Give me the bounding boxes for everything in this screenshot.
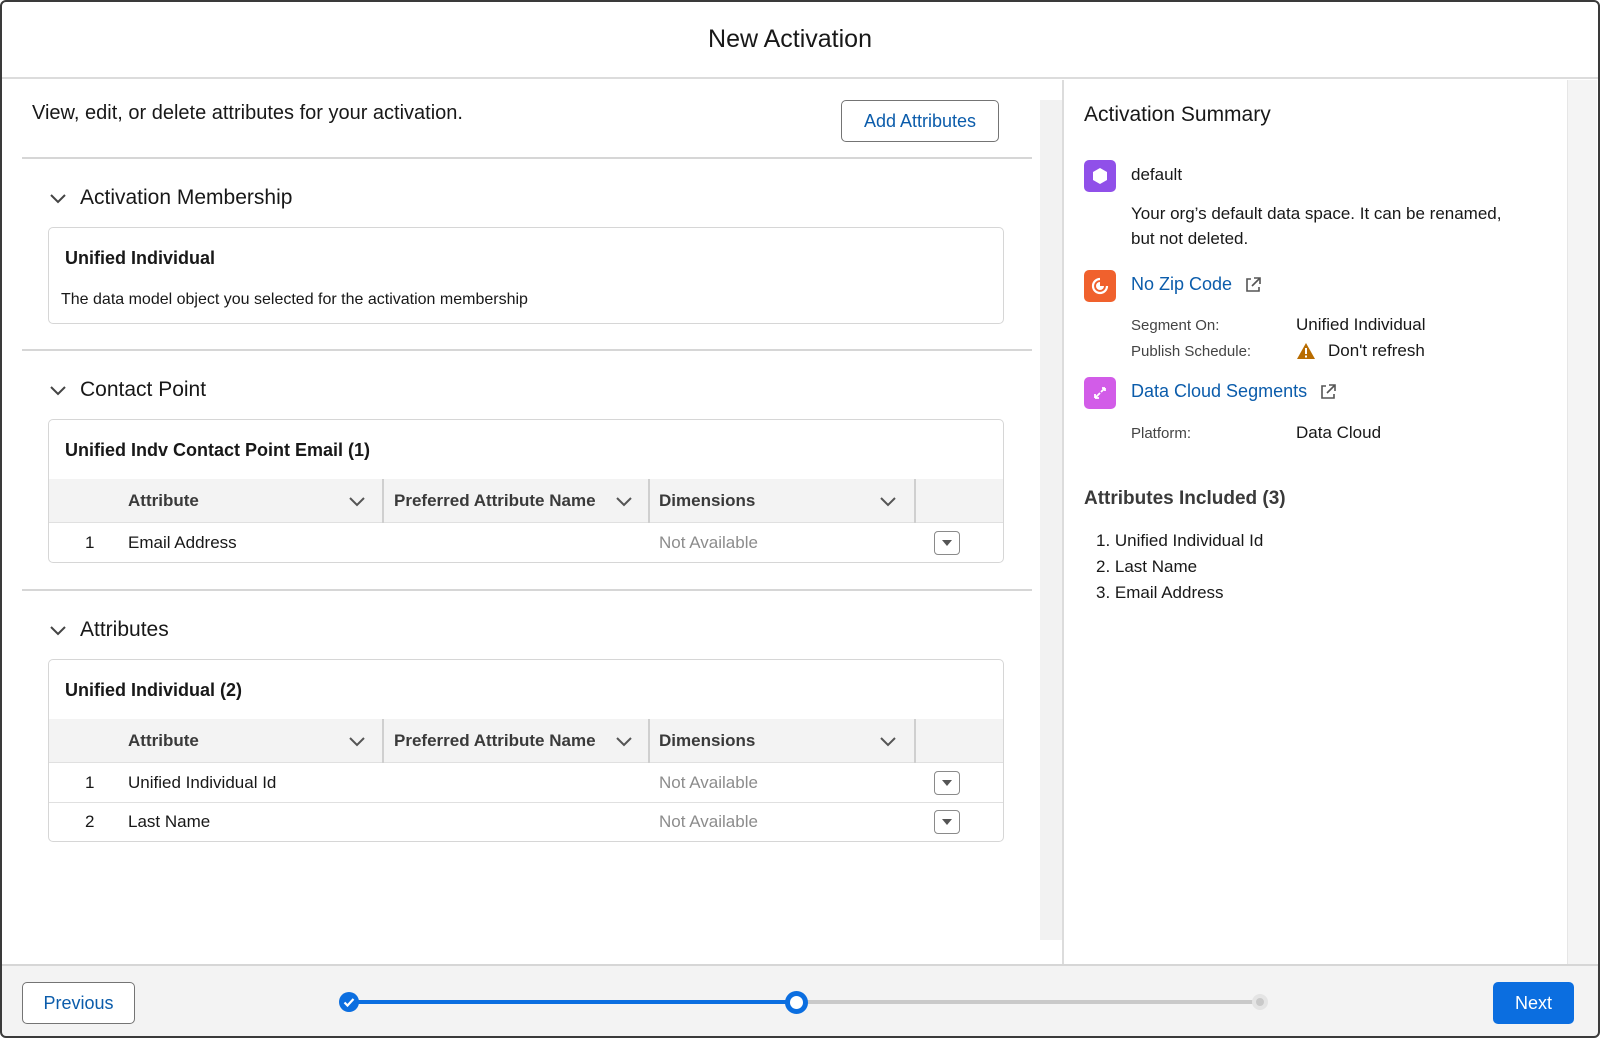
dimensions-cell: Not Available bbox=[659, 773, 758, 792]
section-title: Activation Membership bbox=[80, 186, 293, 209]
attributes-included-list: 1. Unified Individual Id 2. Last Name 3.… bbox=[1096, 530, 1263, 608]
row-number: 2 bbox=[85, 812, 95, 831]
column-header-dimensions[interactable]: Dimensions bbox=[659, 479, 755, 523]
section-activation-membership[interactable]: Activation Membership bbox=[48, 186, 292, 210]
chevron-down-icon[interactable] bbox=[878, 731, 898, 751]
dimensions-cell: Not Available bbox=[659, 533, 758, 552]
add-attributes-button[interactable]: Add Attributes bbox=[841, 100, 999, 142]
caret-down-icon bbox=[942, 819, 952, 825]
segment-on-value: Unified Individual bbox=[1296, 315, 1426, 334]
data-space-description: Your org’s default data space. It can be… bbox=[1131, 204, 1502, 223]
external-link-icon[interactable] bbox=[1319, 383, 1337, 401]
row-actions-button[interactable] bbox=[934, 810, 960, 834]
chevron-down-icon[interactable] bbox=[614, 491, 634, 511]
card-title: Unified Individual bbox=[65, 248, 216, 268]
dimensions-cell: Not Available bbox=[659, 812, 758, 831]
list-item: 1. Unified Individual Id bbox=[1096, 531, 1264, 550]
segment-on-label: Segment On: bbox=[1131, 317, 1220, 334]
column-divider[interactable] bbox=[648, 719, 650, 763]
caret-down-icon bbox=[942, 540, 952, 546]
data-space-icon bbox=[1084, 160, 1116, 192]
modal-header: New Activation bbox=[2, 2, 1598, 79]
column-header-preferred-name[interactable]: Preferred Attribute Name bbox=[394, 719, 596, 763]
row-number: 1 bbox=[85, 773, 95, 792]
next-button[interactable]: Next bbox=[1493, 982, 1574, 1024]
publish-schedule-text: Don't refresh bbox=[1328, 341, 1425, 360]
attribute-cell: Last Name bbox=[128, 812, 211, 831]
table-header: Attribute Preferred Attribute Name Dimen… bbox=[49, 479, 1003, 523]
activation-target-link[interactable]: Data Cloud Segments bbox=[1131, 381, 1337, 402]
chevron-down-icon bbox=[50, 386, 66, 396]
list-item: 3. Email Address bbox=[1096, 583, 1224, 602]
chevron-down-icon[interactable] bbox=[347, 731, 367, 751]
segment-icon bbox=[1084, 270, 1116, 302]
attribute-cell: Email Address bbox=[128, 533, 237, 552]
previous-button[interactable]: Previous bbox=[22, 982, 135, 1024]
membership-card: Unified Individual The data model object… bbox=[48, 227, 1004, 324]
data-space-name: default bbox=[1131, 165, 1183, 184]
row-actions-button[interactable] bbox=[934, 531, 960, 555]
card-description: The data model object you selected for t… bbox=[61, 291, 528, 308]
chevron-down-icon bbox=[50, 194, 66, 204]
column-divider[interactable] bbox=[382, 719, 384, 763]
column-header-attribute[interactable]: Attribute bbox=[128, 479, 199, 523]
column-header-attribute[interactable]: Attribute bbox=[128, 719, 199, 763]
column-header-dimensions[interactable]: Dimensions bbox=[659, 719, 755, 763]
attributes-card: Unified Individual (2) Attribute Preferr… bbox=[48, 659, 1004, 842]
chevron-down-icon[interactable] bbox=[347, 491, 367, 511]
column-divider[interactable] bbox=[914, 719, 916, 763]
column-divider[interactable] bbox=[382, 479, 384, 523]
divider bbox=[22, 157, 1032, 159]
activation-target-name[interactable]: Data Cloud Segments bbox=[1131, 381, 1307, 402]
table-row: 1 Email Address Not Available bbox=[49, 523, 1003, 562]
external-link-icon[interactable] bbox=[1244, 276, 1262, 294]
progress-step-current[interactable] bbox=[785, 991, 808, 1014]
summary-title: Activation Summary bbox=[1084, 103, 1271, 126]
activation-target-icon bbox=[1084, 377, 1116, 409]
segment-link[interactable]: No Zip Code bbox=[1131, 274, 1262, 295]
intro-text: View, edit, or delete attributes for you… bbox=[32, 102, 463, 124]
section-title: Contact Point bbox=[80, 378, 207, 401]
modal-title: New Activation bbox=[708, 25, 872, 53]
panel-divider bbox=[1062, 80, 1064, 965]
chevron-down-icon[interactable] bbox=[614, 731, 634, 751]
section-attributes[interactable]: Attributes bbox=[48, 618, 169, 642]
card-title: Unified Individual (2) bbox=[65, 680, 243, 700]
progress-bar-remaining bbox=[795, 1000, 1260, 1004]
table-header: Attribute Preferred Attribute Name Dimen… bbox=[49, 719, 1003, 763]
divider bbox=[22, 349, 1032, 351]
publish-schedule-value: Don't refresh bbox=[1296, 341, 1425, 361]
platform-label: Platform: bbox=[1131, 425, 1192, 442]
segment-name[interactable]: No Zip Code bbox=[1131, 274, 1232, 295]
column-divider[interactable] bbox=[648, 479, 650, 523]
row-number: 1 bbox=[85, 533, 95, 552]
section-title: Attributes bbox=[80, 618, 169, 641]
warning-icon bbox=[1297, 343, 1315, 359]
contact-point-card: Unified Indv Contact Point Email (1) Att… bbox=[48, 419, 1004, 563]
list-item: 2. Last Name bbox=[1096, 557, 1198, 576]
progress-step-pending[interactable] bbox=[1252, 994, 1268, 1010]
right-scrollbar[interactable] bbox=[1567, 80, 1597, 965]
column-divider[interactable] bbox=[914, 479, 916, 523]
caret-down-icon bbox=[942, 780, 952, 786]
chevron-down-icon[interactable] bbox=[878, 491, 898, 511]
table-row: 1 Unified Individual Id Not Available bbox=[49, 763, 1003, 803]
data-space-description: but not deleted. bbox=[1131, 229, 1249, 248]
progress-bar-complete bbox=[355, 1000, 795, 1004]
check-icon bbox=[343, 998, 355, 1008]
new-activation-modal: New Activation View, edit, or delete att… bbox=[0, 0, 1600, 1038]
left-scrollbar[interactable] bbox=[1040, 100, 1062, 940]
chevron-down-icon bbox=[50, 626, 66, 636]
attribute-cell: Unified Individual Id bbox=[128, 773, 277, 792]
publish-schedule-label: Publish Schedule: bbox=[1131, 343, 1252, 360]
attributes-included-title: Attributes Included (3) bbox=[1084, 488, 1286, 509]
section-contact-point[interactable]: Contact Point bbox=[48, 378, 206, 402]
row-actions-button[interactable] bbox=[934, 771, 960, 795]
divider bbox=[22, 589, 1032, 591]
card-title: Unified Indv Contact Point Email (1) bbox=[65, 440, 371, 460]
progress-step-complete[interactable] bbox=[339, 992, 359, 1012]
column-header-preferred-name[interactable]: Preferred Attribute Name bbox=[394, 479, 596, 523]
platform-value: Data Cloud bbox=[1296, 423, 1382, 442]
table-row: 2 Last Name Not Available bbox=[49, 802, 1003, 841]
